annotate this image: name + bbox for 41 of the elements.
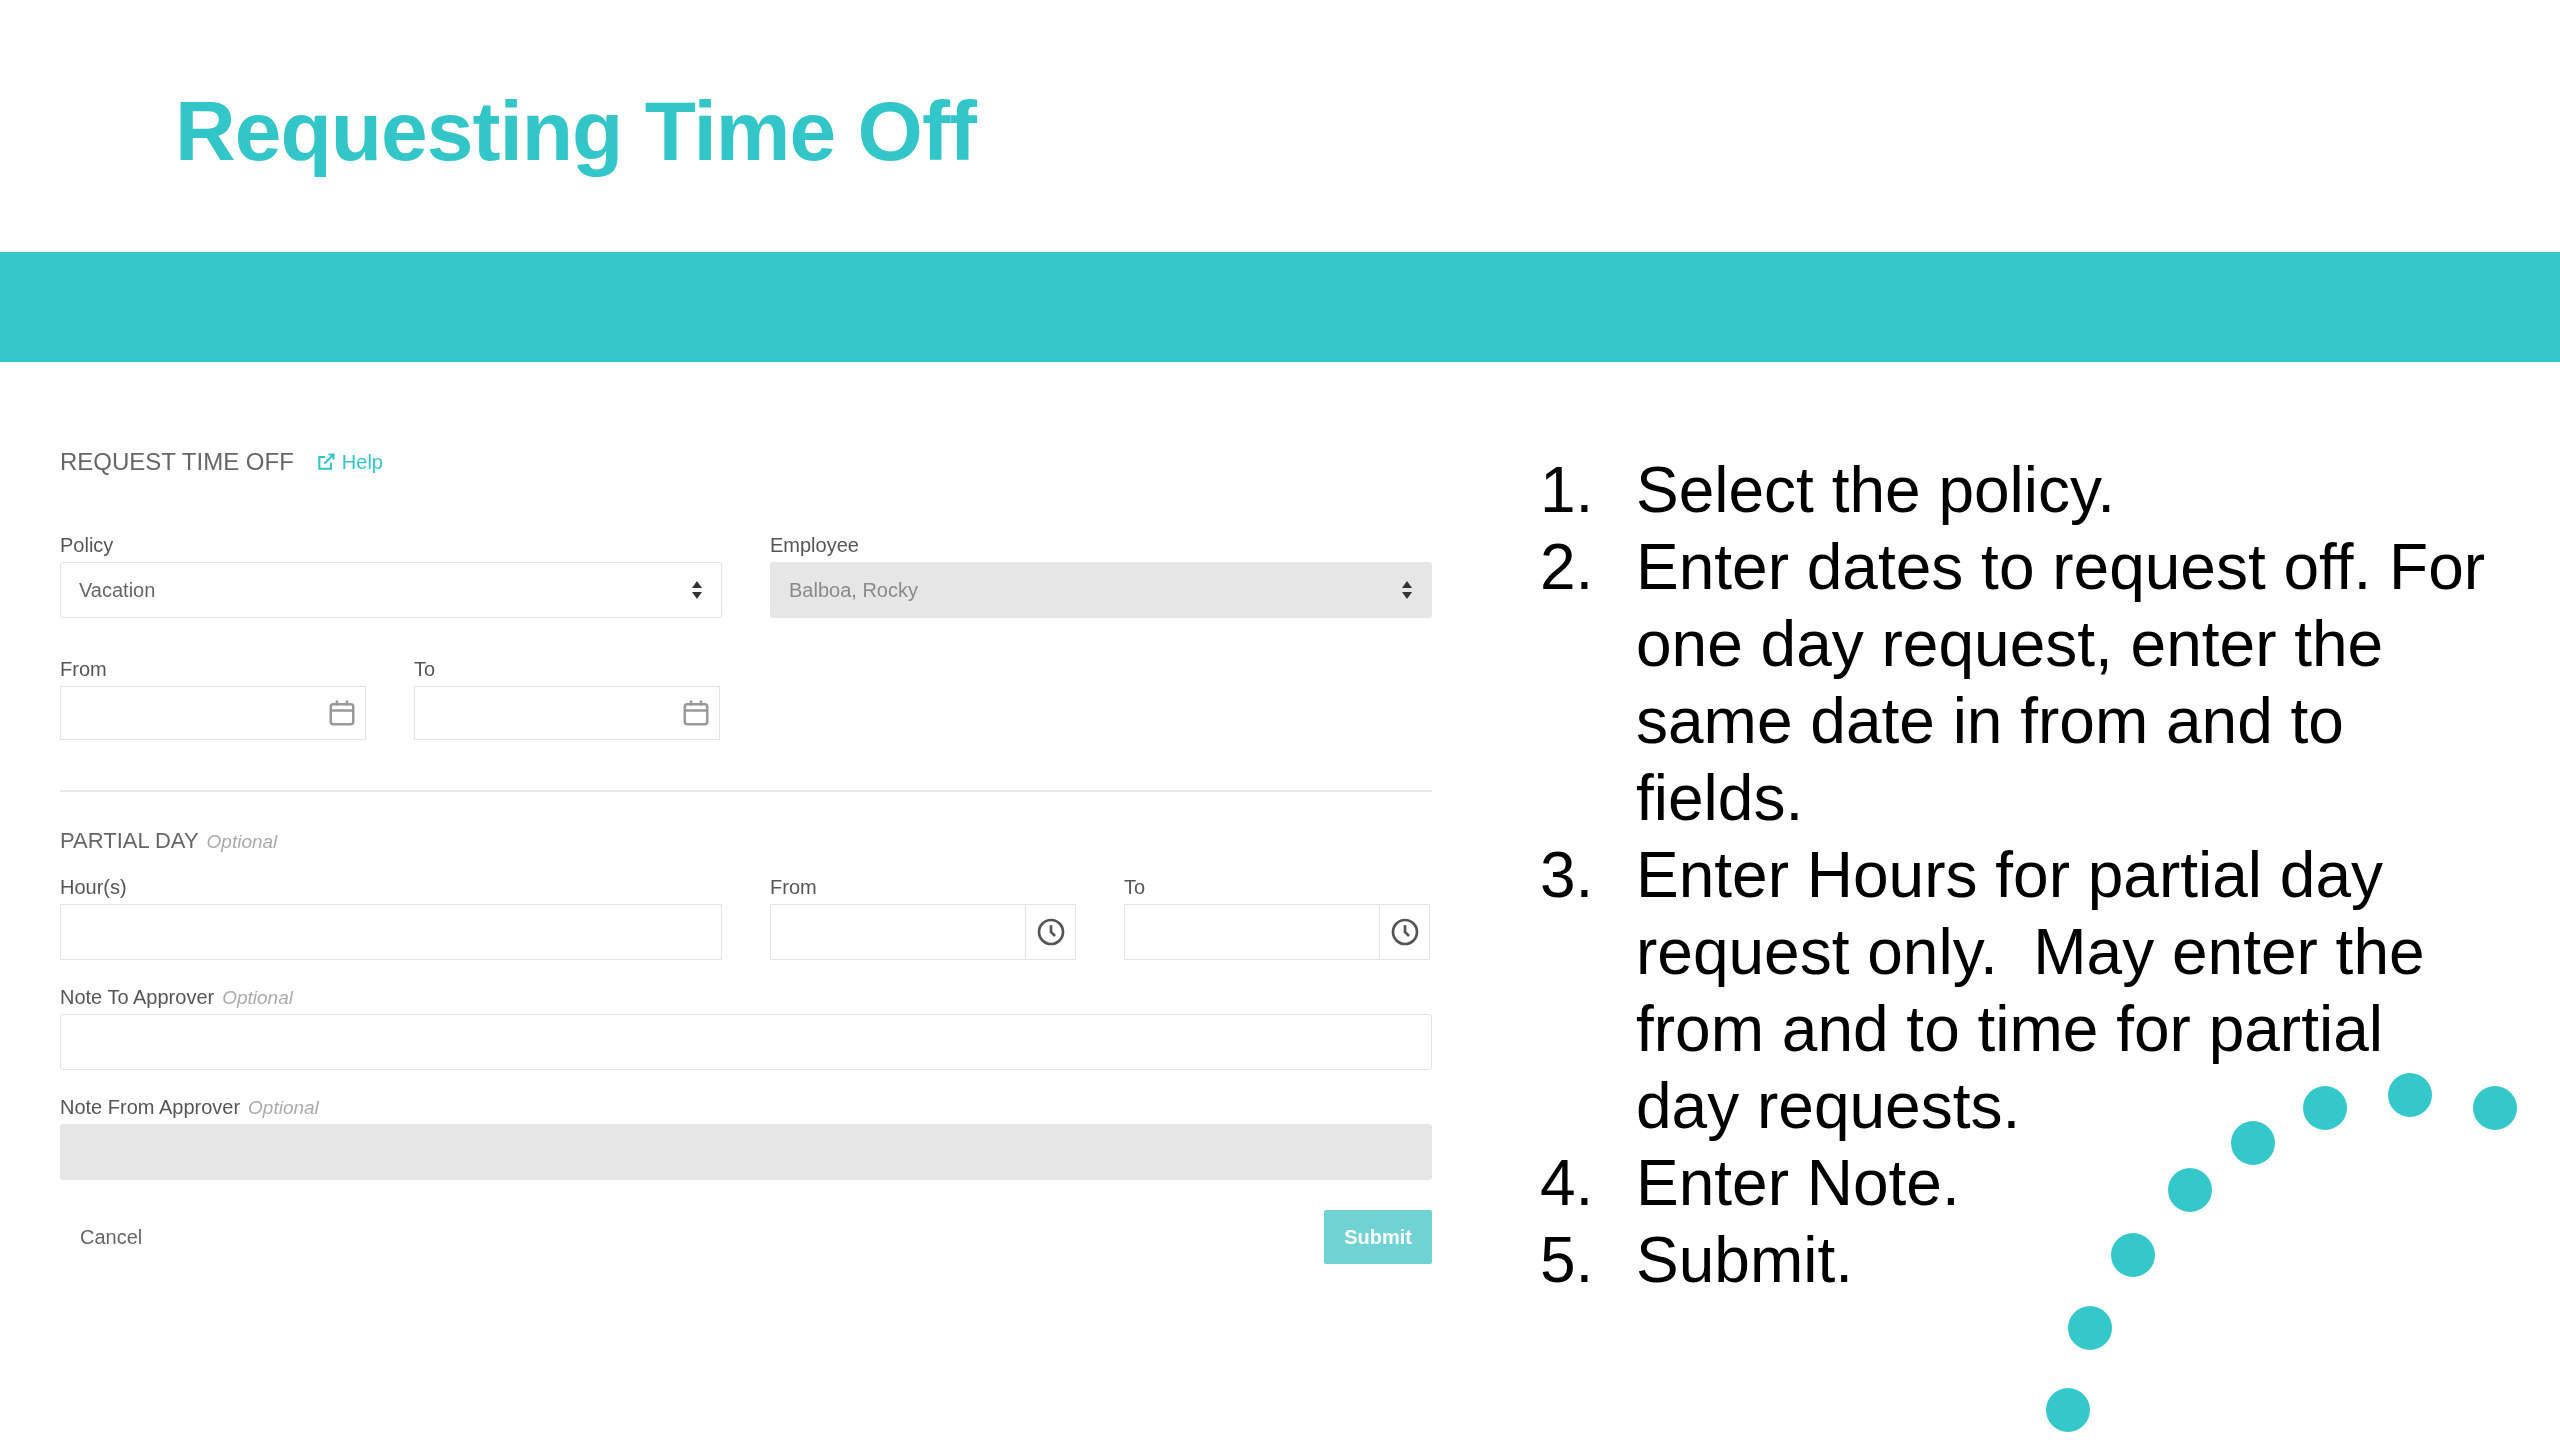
step-number: 1.	[1540, 453, 1595, 528]
optional-hint: Optional	[206, 830, 278, 854]
field-label: From	[770, 875, 817, 900]
time-field[interactable]	[1124, 904, 1430, 960]
field-label: From	[60, 657, 107, 682]
external-link-icon	[315, 452, 336, 472]
select-value: Vacation	[79, 578, 156, 603]
form-heading: REQUEST TIME OFF	[60, 447, 294, 477]
step-number: 4.	[1540, 1146, 1595, 1221]
step-text: Enter Hours for partial day request only. May enter the from and to time for partial day requests.	[1636, 838, 2426, 1144]
optional-hint: Optional	[248, 1096, 319, 1120]
time-field[interactable]	[770, 904, 1076, 960]
step-number: 5.	[1540, 1223, 1595, 1298]
help-link[interactable]: Help	[315, 447, 383, 477]
updown-icon	[1401, 580, 1413, 600]
step-text: Enter Note.	[1636, 1146, 1960, 1221]
field-label: Hour(s)	[60, 875, 127, 900]
field-label: To	[1124, 875, 1146, 900]
step-number: 3.	[1540, 838, 1595, 913]
optional-hint: Optional	[222, 986, 293, 1010]
calendar-icon	[681, 698, 711, 728]
field-label: Note From Approver	[60, 1095, 241, 1120]
field-label: Note To Approver	[60, 985, 215, 1010]
select-value: Balboa, Rocky	[789, 578, 918, 603]
field-label: To	[414, 657, 436, 682]
section-heading: PARTIAL DAY	[60, 827, 199, 855]
step-text: Select the policy.	[1636, 453, 2116, 528]
step-text: Enter dates to request off. For one day request, enter the same date in from and to fields.	[1636, 530, 2487, 836]
hours-field[interactable]	[60, 904, 722, 960]
cancel-button[interactable]: Cancel	[60, 1210, 163, 1264]
select-field[interactable]: Vacation	[60, 562, 722, 618]
field-label: Policy	[60, 533, 114, 558]
note-field[interactable]	[60, 1014, 1432, 1070]
date-field[interactable]	[60, 686, 366, 740]
step-text: Submit.	[1636, 1223, 1853, 1298]
calendar-icon	[327, 698, 357, 728]
step-number: 2.	[1540, 530, 1595, 605]
updown-icon	[691, 580, 703, 600]
slide-title: Requesting Time Off	[175, 83, 976, 180]
field-label: Employee	[770, 533, 859, 558]
date-field[interactable]	[414, 686, 720, 740]
